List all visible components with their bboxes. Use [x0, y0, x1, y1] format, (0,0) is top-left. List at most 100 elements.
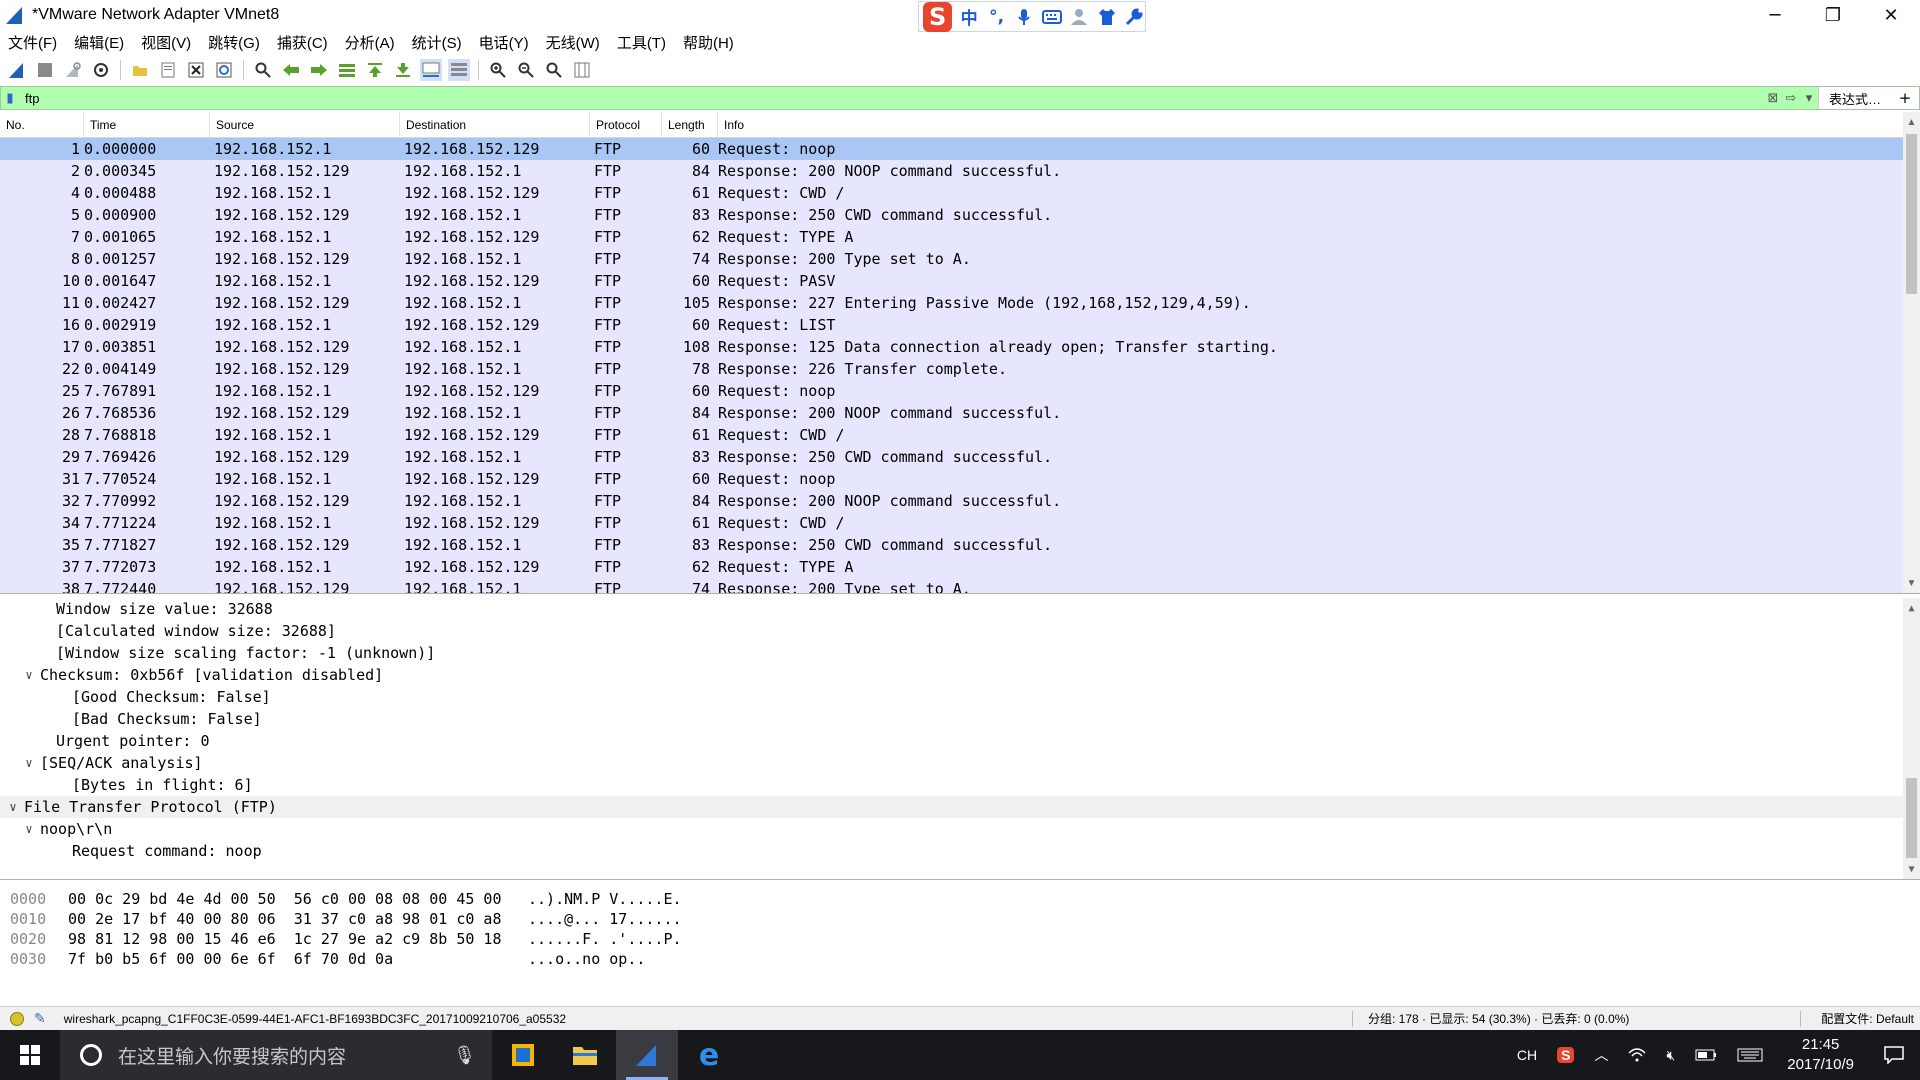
add-filter-button[interactable]: + [1891, 87, 1919, 109]
hex-dump-row[interactable]: 0000 00 0c 29 bd 4e 4d 00 50 56 c0 00 08 … [0, 890, 1920, 910]
details-scrollbar[interactable]: ▲ ▼ [1903, 598, 1920, 879]
packet-list-scrollbar[interactable]: ▲ ▼ [1903, 112, 1920, 593]
find-icon[interactable] [252, 59, 274, 81]
column-header-destination[interactable]: Destination [400, 112, 590, 138]
scroll-thumb[interactable] [1906, 778, 1917, 858]
packet-row[interactable]: 29 7.769426 192.168.152.129 192.168.152.1 FT… [0, 446, 1920, 468]
skin-shirt-icon[interactable] [1096, 6, 1118, 28]
goto-packet-icon[interactable] [336, 59, 358, 81]
display-filter-input[interactable] [19, 87, 1764, 109]
menu-edit[interactable]: 编辑(E) [74, 32, 124, 53]
menu-file[interactable]: 文件(F) [8, 32, 57, 53]
scroll-thumb[interactable] [1906, 134, 1917, 294]
user-icon[interactable] [1068, 6, 1090, 28]
menu-capture[interactable]: 捕获(C) [277, 32, 328, 53]
packet-row[interactable]: 4 0.000488 192.168.152.1 192.168.152.129 FTP… [0, 182, 1920, 204]
packet-row[interactable]: 17 0.003851 192.168.152.129 192.168.152.1 FT… [0, 336, 1920, 358]
expression-button[interactable]: 表达式… [1817, 87, 1891, 109]
detail-tree-row[interactable]: Window size value: 32688 [0, 598, 1920, 620]
reload-icon[interactable] [213, 59, 235, 81]
volume-muted-icon[interactable]: 🔇︎ [1656, 1030, 1685, 1080]
menu-statistics[interactable]: 统计(S) [412, 32, 462, 53]
detail-tree-row[interactable]: ∨ noop\r\n [0, 818, 1920, 840]
packet-row[interactable]: 28 7.768818 192.168.152.1 192.168.152.129 FT… [0, 424, 1920, 446]
column-header-time[interactable]: Time [84, 112, 210, 138]
action-center-icon[interactable] [1868, 1030, 1920, 1080]
taskbar-search-box[interactable]: 在这里输入你要搜索的内容 🎙 [60, 1030, 492, 1080]
clear-filter-icon[interactable]: ⊠ [1764, 89, 1782, 107]
sogou-logo-icon[interactable]: S [923, 1, 953, 32]
outlook-app-icon[interactable] [492, 1030, 554, 1080]
packet-row[interactable]: 11 0.002427 192.168.152.129 192.168.152.1 FT… [0, 292, 1920, 314]
packet-row[interactable]: 26 7.768536 192.168.152.129 192.168.152.1 FT… [0, 402, 1920, 424]
detail-tree-row[interactable]: [Good Checksum: False] [0, 686, 1920, 708]
packet-row[interactable]: 37 7.772073 192.168.152.1 192.168.152.129 FT… [0, 556, 1920, 578]
microphone-icon[interactable] [1013, 6, 1035, 28]
show-hidden-icons-chevron-icon[interactable]: ︿ [1584, 1030, 1618, 1080]
packet-row[interactable]: 10 0.001647 192.168.152.1 192.168.152.129 FT… [0, 270, 1920, 292]
touch-keyboard-icon[interactable] [1727, 1030, 1773, 1080]
scroll-down-icon[interactable]: ▼ [1903, 861, 1920, 878]
detail-tree-row[interactable]: [Bytes in flight: 6] [0, 774, 1920, 796]
apply-filter-arrow-icon[interactable]: ⇨ [1782, 89, 1800, 107]
keyboard-icon[interactable] [1041, 6, 1063, 28]
bookmark-icon[interactable]: ▮ [1, 87, 19, 109]
forward-arrow-icon[interactable] [308, 59, 330, 81]
filter-history-dropdown-icon[interactable]: ▾ [1800, 89, 1818, 107]
options-gear-icon[interactable] [90, 59, 112, 81]
close-button[interactable]: ✕ [1862, 0, 1920, 30]
network-wifi-icon[interactable] [1618, 1030, 1656, 1080]
expand-chevron-icon[interactable]: ∨ [22, 756, 36, 770]
profile-label[interactable]: 配置文件: Default [1821, 1010, 1914, 1027]
column-header-protocol[interactable]: Protocol [590, 112, 662, 138]
stop-icon[interactable] [34, 59, 56, 81]
menu-wireless[interactable]: 无线(W) [546, 32, 600, 53]
first-packet-icon[interactable] [364, 59, 386, 81]
colorize-icon[interactable] [448, 59, 470, 81]
hex-dump-row[interactable]: 0020 98 81 12 98 00 15 46 e6 1c 27 9e a2 … [0, 930, 1920, 950]
edge-browser-icon[interactable]: e [678, 1030, 740, 1080]
wireshark-taskbar-icon[interactable] [616, 1030, 678, 1080]
autoscroll-icon[interactable] [420, 59, 442, 81]
zoom-reset-icon[interactable] [543, 59, 565, 81]
menu-go[interactable]: 跳转(G) [208, 32, 260, 53]
maximize-button[interactable]: ❐ [1804, 0, 1862, 30]
back-arrow-icon[interactable] [280, 59, 302, 81]
packet-row[interactable]: 16 0.002919 192.168.152.1 192.168.152.129 FT… [0, 314, 1920, 336]
taskbar-clock[interactable]: 21:45 2017/10/9 [1773, 1035, 1868, 1075]
packet-row[interactable]: 5 0.000900 192.168.152.129 192.168.152.1 FTP… [0, 204, 1920, 226]
hex-dump-row[interactable]: 0010 00 2e 17 bf 40 00 80 06 31 37 c0 a8 … [0, 910, 1920, 930]
detail-tree-row[interactable]: ∨ Checksum: 0xb56f [validation disabled] [0, 664, 1920, 686]
packet-row[interactable]: 2 0.000345 192.168.152.129 192.168.152.1 FTP… [0, 160, 1920, 182]
packet-row[interactable]: 31 7.770524 192.168.152.1 192.168.152.129 FT… [0, 468, 1920, 490]
packet-row[interactable]: 35 7.771827 192.168.152.129 192.168.152.1 FT… [0, 534, 1920, 556]
detail-tree-row[interactable]: [Calculated window size: 32688] [0, 620, 1920, 642]
packet-row[interactable]: 25 7.767891 192.168.152.1 192.168.152.129 FT… [0, 380, 1920, 402]
input-language[interactable]: CH [1507, 1030, 1547, 1080]
detail-tree-row[interactable]: Request command: noop [0, 840, 1920, 862]
detail-tree-row[interactable]: [Window size scaling factor: -1 (unknown… [0, 642, 1920, 664]
scroll-up-icon[interactable]: ▲ [1903, 114, 1920, 131]
column-header-info[interactable]: Info [718, 112, 1920, 138]
battery-icon[interactable] [1685, 1030, 1727, 1080]
save-file-icon[interactable] [157, 59, 179, 81]
column-header-source[interactable]: Source [210, 112, 400, 138]
zoom-out-icon[interactable] [515, 59, 537, 81]
detail-tree-row[interactable]: [Bad Checksum: False] [0, 708, 1920, 730]
minimize-button[interactable]: ─ [1746, 0, 1804, 30]
detail-tree-row[interactable]: ∨ [SEQ/ACK analysis] [0, 752, 1920, 774]
packet-row[interactable]: 34 7.771224 192.168.152.1 192.168.152.129 FT… [0, 512, 1920, 534]
expand-chevron-icon[interactable]: ∨ [6, 800, 20, 814]
scroll-down-icon[interactable]: ▼ [1903, 575, 1920, 592]
hex-dump-row[interactable]: 0030 7f b0 b5 6f 00 00 6e 6f 6f 70 0d 0a.… [0, 950, 1920, 970]
column-header-no[interactable]: No. [0, 112, 84, 138]
sogou-tray-icon[interactable]: S [1547, 1030, 1584, 1080]
settings-wrench-icon[interactable] [1123, 6, 1145, 28]
expand-chevron-icon[interactable]: ∨ [22, 822, 36, 836]
last-packet-icon[interactable] [392, 59, 414, 81]
chinese-mode-icon[interactable]: 中 [958, 6, 980, 29]
menu-tools[interactable]: 工具(T) [617, 32, 666, 53]
packet-row[interactable]: 38 7.772440 192.168.152.129 192.168.152.1 FT… [0, 578, 1920, 593]
packet-row[interactable]: 7 0.001065 192.168.152.1 192.168.152.129 FTP… [0, 226, 1920, 248]
scroll-up-icon[interactable]: ▲ [1903, 600, 1920, 617]
